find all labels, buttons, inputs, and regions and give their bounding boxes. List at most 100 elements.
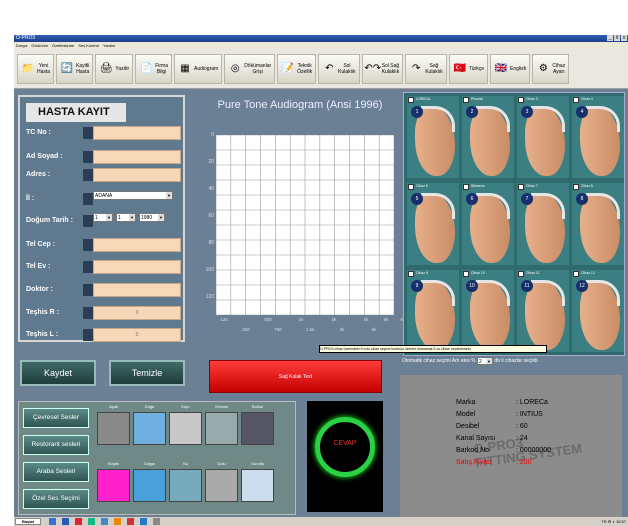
sound-label: Bulbul [251, 404, 264, 409]
menu-yardim[interactable]: Yardim [103, 42, 115, 49]
toolbar-button-2[interactable]: 🖨 Yazdir [95, 53, 134, 84]
form-field[interactable] [93, 150, 181, 164]
info-row: Barkod No: 00000000 [456, 447, 616, 458]
app-icon[interactable] [140, 518, 147, 525]
toolbar-button-11[interactable]: 🇬🇧 English [490, 53, 531, 84]
device-cell[interactable]: Siemens 6 [462, 183, 514, 265]
maximize-button[interactable]: ð [614, 35, 620, 41]
kaydet-button[interactable]: Kaydet [20, 360, 96, 386]
hearing-aid-hook-icon [476, 106, 510, 132]
device-checkbox[interactable] [463, 271, 469, 277]
device-cell[interactable]: Cihaz 9 9 [407, 270, 459, 352]
dogum-year-value: 1980 [141, 215, 153, 221]
word-icon[interactable] [62, 518, 69, 525]
sound-thumbnail[interactable] [133, 412, 166, 445]
device-checkbox[interactable] [463, 97, 469, 103]
menu-dosya[interactable]: Dosya [16, 42, 27, 49]
device-checkbox[interactable] [408, 97, 414, 103]
device-cell[interactable]: Cihaz 4 4 [572, 96, 624, 178]
form-field[interactable]: 0 [93, 306, 181, 320]
info-key: Kanal Sayısı [456, 435, 496, 442]
device-cell[interactable]: Cihaz 12 12 [572, 270, 624, 352]
toolbar-button-3[interactable]: 📄 Firma Bilgi [135, 53, 172, 84]
info-value: : INTIUS [516, 411, 543, 418]
form-field[interactable] [93, 168, 181, 182]
device-checkbox[interactable] [518, 271, 524, 277]
menu-gorunum[interactable]: Görünüm [31, 42, 48, 49]
device-cell[interactable]: Cihaz 10 10 [462, 270, 514, 352]
start-button[interactable]: Başlat [15, 518, 41, 525]
minimize-button[interactable]: _ [607, 35, 613, 41]
close-button[interactable]: x [621, 35, 627, 41]
form-field[interactable]: 0 [93, 328, 181, 342]
auto-select-spinner[interactable]: 2 ▼ [477, 356, 494, 365]
device-cell[interactable]: Cihaz 7 7 [517, 183, 569, 265]
device-cell[interactable]: Cihaz 8 8 [572, 183, 624, 265]
sound-category-button[interactable]: Özel Ses Seçimi [23, 489, 89, 509]
device-name: Phonak [471, 97, 483, 101]
sound-category-button[interactable]: Araba Sesleri [23, 462, 89, 482]
device-checkbox[interactable] [573, 97, 579, 103]
sound-thumbnail[interactable] [241, 412, 274, 445]
sound-thumbnail[interactable] [205, 469, 238, 502]
device-cell[interactable]: Phonak 2 [462, 96, 514, 178]
toolbar-button-1[interactable]: 🔄 Kayitli Hasta [56, 53, 94, 84]
device-name: Cihaz 9 [416, 271, 428, 275]
dogum-day-select[interactable]: 1 ▼ [93, 213, 113, 222]
sound-thumbnail[interactable] [169, 412, 202, 445]
device-checkbox[interactable] [408, 184, 414, 190]
toolbar-button-6[interactable]: 📝 Teknik Özellik [277, 53, 317, 84]
sound-thumbnail[interactable] [97, 469, 130, 502]
sound-category-button[interactable]: Restorant sesleri [23, 435, 89, 455]
menu-ozellestirme[interactable]: Özellestirme [52, 42, 74, 49]
menu-ses-kontrol[interactable]: Ses Kontrol [78, 42, 99, 49]
app-icon[interactable] [101, 518, 108, 525]
cevap-button[interactable]: CEVAP [315, 417, 375, 477]
device-cell[interactable]: LORECa 1 [407, 96, 459, 178]
form-field[interactable] [93, 126, 181, 140]
sound-thumbnail[interactable] [241, 469, 274, 502]
form-field[interactable] [93, 238, 181, 252]
toolbar-button-7[interactable]: ↶ Sol Kulaklık [318, 53, 360, 84]
app-icon[interactable] [153, 518, 160, 525]
device-number-badge: 11 [521, 280, 533, 292]
device-checkbox[interactable] [518, 97, 524, 103]
device-cell[interactable]: Cihaz 3 3 [517, 96, 569, 178]
toolbar-button-4[interactable]: ▦ Audiogram [174, 53, 223, 84]
device-name: Cihaz 12 [581, 271, 595, 275]
device-cell[interactable]: Cihaz 5 5 [407, 183, 459, 265]
audiogram-grid[interactable] [216, 135, 394, 315]
form-field[interactable] [93, 260, 181, 274]
sound-thumbnail[interactable] [133, 469, 166, 502]
toolbar-button-9[interactable]: ↷ Sağ Kulaklık [405, 53, 447, 84]
toolbar-button-5[interactable]: ◎ Dökümanlar Grişi [224, 53, 276, 84]
sound-thumbnail[interactable] [205, 412, 238, 445]
device-checkbox[interactable] [573, 271, 579, 277]
folder-icon[interactable] [114, 518, 121, 525]
temizle-button[interactable]: Temizle [109, 360, 185, 386]
device-checkbox[interactable] [463, 184, 469, 190]
toolbar-button-0[interactable]: 📁 Yeni Hasta [17, 53, 55, 84]
device-checkbox[interactable] [518, 184, 524, 190]
device-cell[interactable]: Cihaz 11 11 [517, 270, 569, 352]
field-tab [83, 284, 93, 296]
sag-kulak-test-button[interactable]: Sağ Kulak Test [209, 360, 382, 393]
form-field[interactable] [93, 283, 181, 297]
toolbar-button-10[interactable]: 🇹🇷 Türkçe [448, 53, 488, 84]
toolbar-button-12[interactable]: ⚙ Cihaz Ayarı [532, 53, 570, 84]
sound-category-button[interactable]: Çevresel Sesler [23, 408, 89, 428]
toolbar-button-8[interactable]: ↶↷ Sol Sağ Kulaklık [361, 53, 404, 84]
sound-thumbnail[interactable] [169, 469, 202, 502]
dogum-month-select[interactable]: 1 ▼ [116, 213, 136, 222]
excel-icon[interactable] [88, 518, 95, 525]
device-checkbox[interactable] [408, 271, 414, 277]
il-select[interactable]: ADANA ▼ [93, 191, 173, 200]
sound-thumbnail[interactable] [97, 412, 130, 445]
ie-icon[interactable] [49, 518, 56, 525]
field-tab [83, 193, 93, 205]
sound-label: Kapı [181, 404, 190, 409]
dogum-year-select[interactable]: 1980 ▼ [139, 213, 165, 222]
device-checkbox[interactable] [573, 184, 579, 190]
app-icon[interactable] [75, 518, 82, 525]
media-icon[interactable] [127, 518, 134, 525]
